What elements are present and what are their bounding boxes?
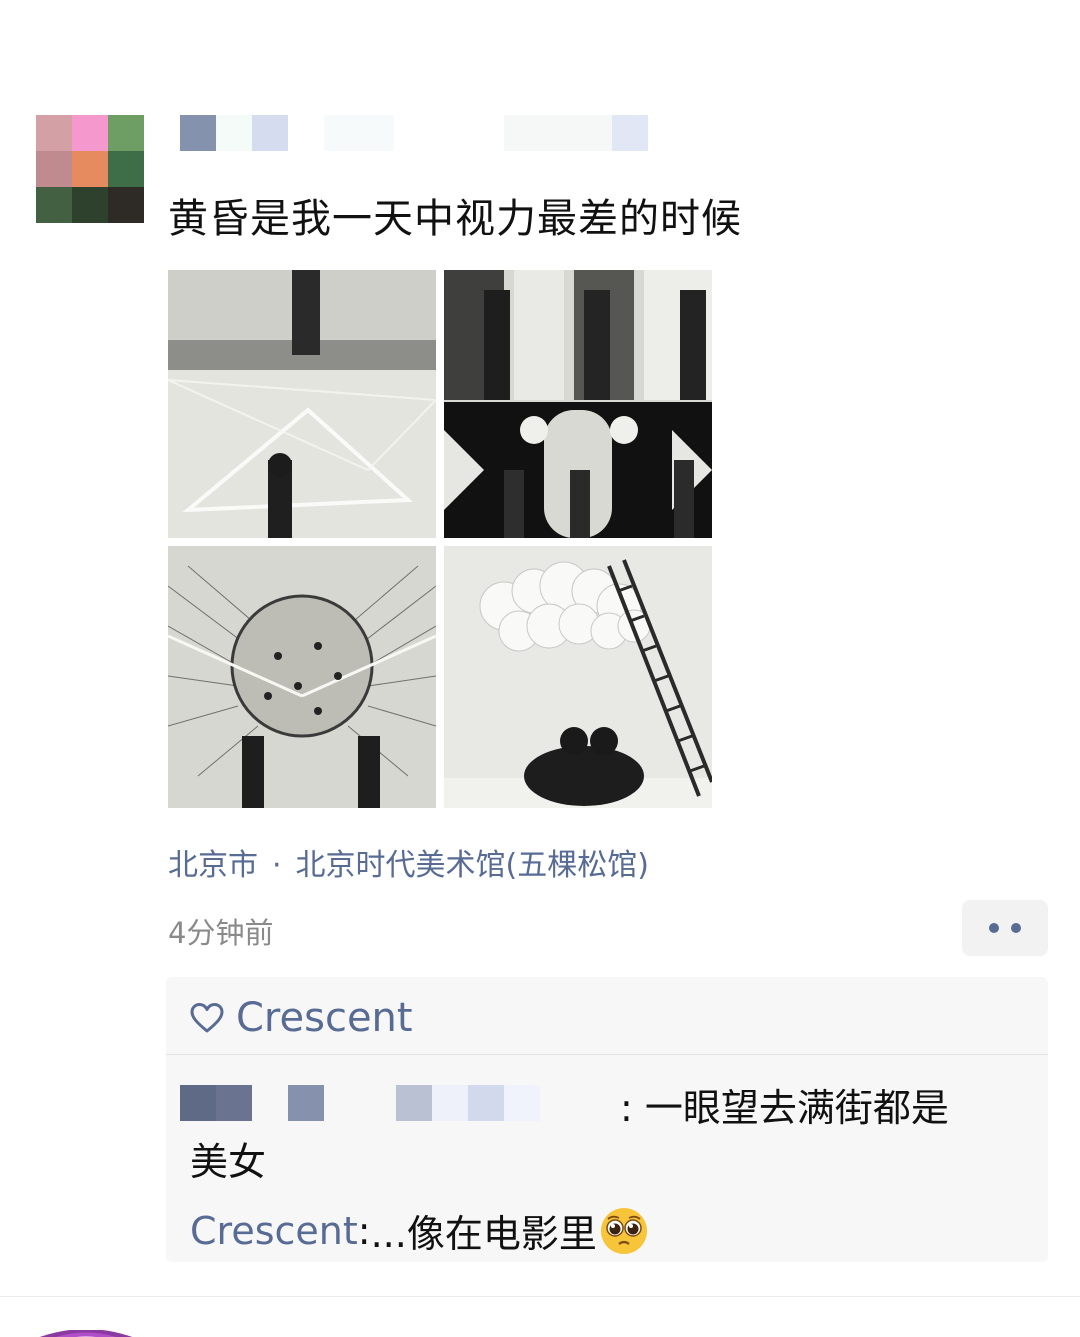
username-obscured[interactable] — [178, 115, 678, 165]
photo-1[interactable] — [168, 270, 436, 538]
more-dot-icon — [1011, 923, 1021, 933]
location-separator: · — [272, 848, 282, 883]
avatar-pixel — [72, 187, 108, 223]
avatar-pixel — [36, 115, 72, 151]
location-place: 北京时代美术馆(五棵松馆) — [295, 848, 649, 883]
location-link[interactable]: 北京市 · 北京时代美术馆(五棵松馆) — [168, 840, 649, 884]
more-dot-icon — [989, 923, 999, 933]
photo-4[interactable] — [444, 546, 712, 808]
pleading-face-emoji-icon — [600, 1207, 647, 1254]
post-text: 黄昏是我一天中视力最差的时候 — [168, 196, 742, 242]
photo-2[interactable] — [444, 270, 712, 538]
post-time: 4分钟前 — [168, 916, 274, 950]
comment-2-text: ...像在电影里 — [370, 1212, 597, 1256]
comment-2[interactable]: Crescent: ...像在电影里 — [190, 1203, 649, 1258]
avatar-pixel — [72, 151, 108, 187]
avatar-pixel — [108, 187, 144, 223]
divider — [166, 1054, 1048, 1055]
location-city: 北京市 — [168, 848, 258, 883]
comment-1-text: : 一眼望去满街都是 — [620, 1086, 949, 1130]
feed-divider — [0, 1296, 1080, 1297]
avatar-pixel — [72, 115, 108, 151]
more-actions-button[interactable] — [962, 900, 1048, 956]
likes-row: Crescent — [190, 993, 413, 1043]
avatar-pixel — [36, 151, 72, 187]
photo-3[interactable] — [168, 546, 436, 808]
heart-icon — [190, 1003, 224, 1033]
next-post-avatar[interactable] — [32, 1326, 140, 1337]
comment-1-text-cont: 美女 — [190, 1140, 267, 1184]
avatar-pixel — [108, 151, 144, 187]
comment-colon: : — [357, 1208, 371, 1253]
interaction-panel: Crescent : 一眼望去满街都是 美女 Crescent: ...像在电影… — [166, 977, 1048, 1262]
comment-author[interactable]: Crescent — [190, 1209, 358, 1253]
avatar-pixel — [36, 187, 72, 223]
avatar[interactable] — [36, 115, 144, 223]
avatar-pixel — [108, 115, 144, 151]
photo-grid — [168, 270, 712, 808]
like-user-name[interactable]: Crescent — [236, 995, 413, 1041]
